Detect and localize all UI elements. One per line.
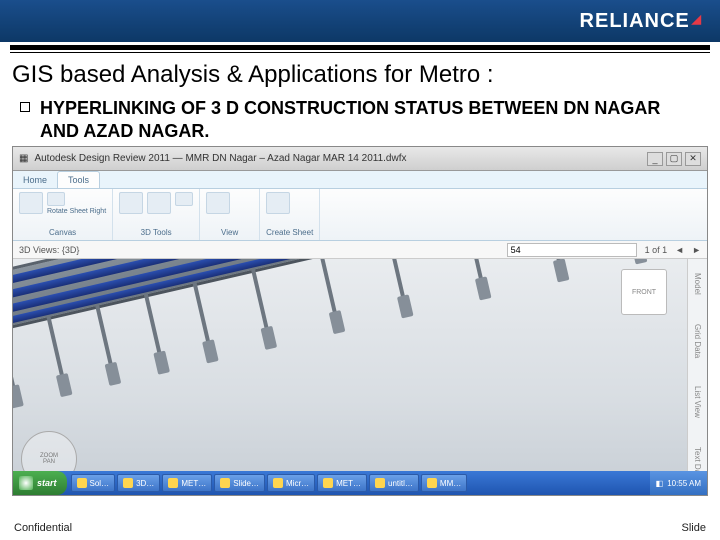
slide-title: GIS based Analysis & Applications for Me… bbox=[0, 53, 720, 95]
move-rotate-button[interactable] bbox=[119, 192, 143, 214]
taskbar-button[interactable]: MET… bbox=[317, 474, 367, 492]
pier bbox=[13, 327, 17, 396]
pier bbox=[144, 293, 164, 362]
footer-right: Slide bbox=[682, 522, 706, 534]
app-thumb-icon bbox=[220, 478, 230, 488]
app-thumb-icon bbox=[168, 478, 178, 488]
header-rule bbox=[10, 45, 710, 50]
slide-footer: Confidential Slide bbox=[0, 516, 720, 540]
window-title-text: Autodesk Design Review 2011 — MMR DN Nag… bbox=[34, 153, 406, 164]
pier bbox=[95, 304, 115, 373]
compare-sheets-button[interactable] bbox=[19, 192, 43, 214]
canvas-group-label: Canvas bbox=[19, 228, 106, 237]
ribbon-group-3d: 3D Tools bbox=[113, 189, 200, 240]
taskbar-button[interactable]: Sol… bbox=[71, 474, 116, 492]
close-button[interactable]: ✕ bbox=[685, 152, 701, 166]
brand-accent-icon: ◢ bbox=[692, 12, 702, 26]
side-tab-grid[interactable]: Grid Data bbox=[693, 324, 702, 358]
snapshot-button[interactable] bbox=[206, 192, 230, 214]
section-xz-button[interactable] bbox=[175, 192, 193, 206]
page-input[interactable] bbox=[507, 243, 637, 257]
3d-group-label: 3D Tools bbox=[119, 228, 193, 237]
right-side-tabs: Model Grid Data List View Text Data bbox=[687, 259, 707, 495]
pier bbox=[192, 282, 212, 351]
windows-logo-icon bbox=[19, 476, 33, 490]
taskbar-button[interactable]: Slide… bbox=[214, 474, 265, 492]
ribbon-group-sheet: Create Sheet bbox=[260, 189, 320, 240]
create-sheet-button[interactable] bbox=[266, 192, 290, 214]
pier bbox=[543, 259, 563, 270]
section-face-button[interactable] bbox=[147, 192, 171, 214]
app-thumb-icon bbox=[77, 478, 87, 488]
brand-logo: RELIANCE ◢ bbox=[580, 10, 702, 33]
tray-icon: ◧ bbox=[656, 479, 664, 488]
maximize-button[interactable]: ▢ bbox=[666, 152, 682, 166]
page-count: 1 of 1 bbox=[645, 245, 668, 255]
pier bbox=[319, 259, 339, 322]
windows-taskbar: start Sol… 3D… MET… Slide… Micr… MET… un… bbox=[13, 471, 707, 495]
window-titlebar[interactable]: ▦ Autodesk Design Review 2011 — MMR DN N… bbox=[13, 147, 707, 171]
document-bar: 3D Views: {3D} 1 of 1 ◄ ► bbox=[13, 241, 707, 259]
taskbar-button[interactable]: MET… bbox=[162, 474, 212, 492]
ribbon-tabstrip: Home Tools bbox=[13, 171, 707, 189]
footer-left: Confidential bbox=[14, 522, 72, 534]
pier bbox=[46, 315, 66, 384]
ribbon-group-canvas: Rotate Sheet Right Canvas bbox=[13, 189, 113, 240]
nav-prev-icon[interactable]: ◄ bbox=[675, 245, 684, 255]
app-thumb-icon bbox=[375, 478, 385, 488]
taskbar-button[interactable]: MM… bbox=[421, 474, 467, 492]
app-thumb-icon bbox=[273, 478, 283, 488]
ribbon: Rotate Sheet Right Canvas 3D Tools View … bbox=[13, 189, 707, 241]
pier bbox=[465, 259, 485, 288]
embedded-app-window: ▦ Autodesk Design Review 2011 — MMR DN N… bbox=[12, 146, 708, 496]
start-button[interactable]: start bbox=[13, 471, 67, 495]
minimize-button[interactable]: _ bbox=[647, 152, 663, 166]
app-thumb-icon bbox=[427, 478, 437, 488]
side-tab-list[interactable]: List View bbox=[693, 386, 702, 418]
taskbar-items: Sol… 3D… MET… Slide… Micr… MET… untitl… … bbox=[67, 474, 650, 492]
rotate-label: Rotate Sheet Right bbox=[47, 208, 106, 215]
clock: 10:55 AM bbox=[667, 479, 701, 488]
nav-next-icon[interactable]: ► bbox=[692, 245, 701, 255]
rotate-sheet-button[interactable] bbox=[47, 192, 65, 206]
ribbon-group-view: View bbox=[200, 189, 260, 240]
side-tab-model[interactable]: Model bbox=[693, 273, 702, 295]
view-name: 3D Views: {3D} bbox=[19, 245, 79, 255]
sheet-group-label: Create Sheet bbox=[266, 228, 313, 237]
system-tray[interactable]: ◧ 10:55 AM bbox=[650, 471, 707, 495]
taskbar-button[interactable]: Micr… bbox=[267, 474, 315, 492]
app-icon: ▦ bbox=[19, 153, 28, 164]
pier bbox=[387, 259, 407, 306]
start-label: start bbox=[37, 478, 57, 488]
taskbar-button[interactable]: untitl… bbox=[369, 474, 419, 492]
view-group-label: View bbox=[206, 228, 253, 237]
bullet-marker-icon bbox=[20, 102, 30, 112]
pier bbox=[251, 268, 271, 337]
brand-text: RELIANCE bbox=[580, 10, 690, 33]
app-thumb-icon bbox=[323, 478, 333, 488]
app-thumb-icon bbox=[123, 478, 133, 488]
taskbar-button[interactable]: 3D… bbox=[117, 474, 160, 492]
view-cube[interactable]: FRONT bbox=[621, 269, 667, 315]
slide-header: RELIANCE ◢ bbox=[0, 0, 720, 42]
3d-viewport[interactable]: FRONT ZOOM PAN bbox=[13, 259, 687, 495]
bullet-text: HYPERLINKING OF 3 D CONSTRUCTION STATUS … bbox=[40, 97, 700, 142]
bullet-item: HYPERLINKING OF 3 D CONSTRUCTION STATUS … bbox=[0, 95, 720, 146]
tab-tools[interactable]: Tools bbox=[57, 171, 100, 188]
tab-home[interactable]: Home bbox=[13, 172, 57, 188]
